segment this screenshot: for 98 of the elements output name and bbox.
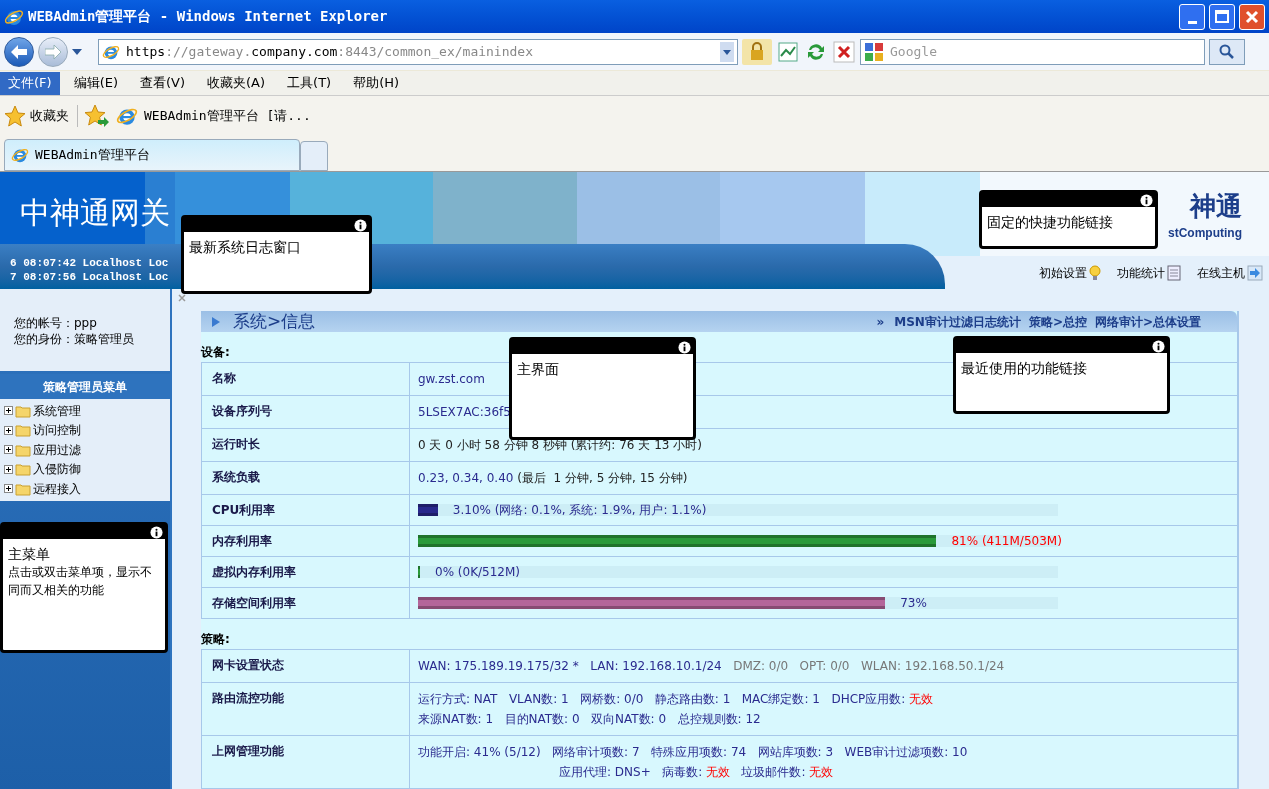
expand-toggle-icon[interactable]	[4, 464, 13, 474]
callout-title: 最近使用的功能链接	[961, 359, 1088, 377]
arrow-icon	[1247, 265, 1263, 281]
arrow-icon	[211, 316, 221, 327]
expand-toggle-icon[interactable]	[4, 406, 13, 416]
folder-icon	[15, 462, 31, 477]
recent-link[interactable]: 策略>总控	[1028, 312, 1087, 331]
info-value: 应用代理: DNS+ 病毒数: 无效 垃圾邮件数: 无效	[559, 764, 834, 781]
sidebar-menu-item[interactable]: 远程接入	[0, 479, 81, 499]
info-value: 5LSEX7AC:36f5	[418, 404, 511, 421]
menu-item[interactable]: 帮助(H)	[345, 71, 408, 95]
menu-item[interactable]: 工具(T)	[279, 71, 340, 95]
info-label: 设备序列号	[202, 396, 410, 428]
address-text: https://gateway.company.com:8443/common_ex/mainindex	[126, 42, 534, 61]
info-label: 上网管理功能	[202, 736, 410, 788]
callout-title: 主界面	[517, 360, 560, 378]
callout-title: 主菜单	[8, 545, 51, 563]
browser-tab[interactable]: WEBAdmin管理平台	[4, 139, 300, 171]
menu-item[interactable]: 文件(F)	[0, 71, 60, 95]
brand-title: 中神通网关	[20, 194, 170, 232]
info-value: 功能开启: 41% (5/12) 网络审计项数: 7 特殊应用项数: 74 网站库项数: 3 WEB审计过滤项数: 10	[418, 744, 968, 761]
usage-reading: 3.10% (网络: 0.1%, 系统: 1.9%, 用户: 1.1%)	[452, 502, 707, 519]
expand-toggle-icon[interactable]	[4, 425, 13, 435]
separator-glyph: »	[876, 313, 885, 331]
folder-icon	[15, 423, 31, 438]
menu-item[interactable]: 编辑(E)	[65, 71, 126, 95]
folder-icon	[15, 442, 31, 457]
recent-link[interactable]: 网络审计>总体设置	[1094, 312, 1201, 331]
usage-reading: 81% (411M/503M)	[951, 533, 1062, 550]
info-label: 虚拟内存利用率	[202, 557, 410, 587]
sidebar-menu-item[interactable]: 系统管理	[0, 401, 81, 421]
quick-link[interactable]: 功能统计	[1117, 264, 1181, 282]
bulb-icon	[1089, 265, 1101, 281]
info-value: 0.23, 0.34, 0.40 (最后 1 分钟, 5 分钟, 15 分钟)	[418, 470, 688, 487]
search-icon	[1219, 43, 1235, 60]
maximize-button[interactable]	[1209, 3, 1235, 30]
window-title: WEBAdmin管理平台 - Windows Internet Explorer	[28, 7, 389, 26]
log-line: 7 08:07:56 Localhost Loc	[9, 270, 170, 284]
search-box[interactable]: Google	[860, 38, 1205, 65]
callout-title: 最新系统日志窗口	[189, 238, 302, 256]
quick-link[interactable]: 在线主机	[1197, 264, 1263, 282]
page-title: 系统>信息	[233, 309, 316, 333]
search-provider-icon	[864, 41, 884, 62]
info-value: 运行方式: NAT VLAN数: 1 网桥数: 0/0 静态路由数: 1 MAC绑定数: 1 DHCP应用数: 无效	[418, 691, 934, 708]
recent-link[interactable]: MSN审计过滤日志统计	[894, 312, 1021, 331]
star-icon	[4, 105, 26, 127]
usage-reading: 0% (0K/512M)	[435, 564, 521, 581]
callout-title: 固定的快捷功能链接	[987, 213, 1114, 231]
lock-icon[interactable]	[742, 38, 772, 65]
sidebar-menu-title: 策略管理员菜单	[0, 374, 170, 399]
favorite-link[interactable]: WEBAdmin管理平台 [请...	[116, 105, 311, 127]
add-favorite-icon[interactable]	[84, 104, 110, 128]
info-label: 内存利用率	[202, 526, 410, 556]
usage-reading: 73%	[900, 595, 927, 612]
section-heading: 设备:	[201, 344, 230, 360]
close-button[interactable]	[1239, 3, 1265, 30]
folder-icon	[15, 403, 31, 418]
sidebar-menu-item[interactable]: 应用过滤	[0, 440, 81, 460]
logo-text: stComputing	[1168, 225, 1242, 242]
callout-description: 点击或双击菜单项，显示不同而又相关的功能	[8, 564, 153, 599]
account-info: 您的身份：策略管理员	[14, 331, 135, 347]
info-label: 系统负载	[202, 462, 410, 494]
info-label: 名称	[202, 363, 410, 395]
section-heading: 策略:	[201, 631, 230, 647]
info-value: WAN: 175.189.19.175/32 * LAN: 192.168.10.1/24 DMZ: 0/0 OPT: 0/0 WLAN: 192.168.50.1/24	[418, 658, 1005, 675]
dropdown-caret-icon[interactable]	[720, 41, 734, 62]
expand-toggle-icon[interactable]	[4, 484, 13, 494]
search-field[interactable]: Google	[890, 41, 1201, 62]
dropdown-caret-icon[interactable]	[72, 48, 82, 55]
info-value: 来源NAT数: 1 目的NAT数: 0 双向NAT数: 0 总控规则数: 12	[418, 711, 761, 728]
favorites-button[interactable]: 收藏夹	[4, 105, 78, 127]
info-label: CPU利用率	[202, 495, 410, 525]
search-button[interactable]	[1209, 38, 1245, 65]
quick-link[interactable]: 初始设置	[1039, 264, 1101, 282]
sidebar-menu-item[interactable]: 访问控制	[0, 420, 81, 440]
address-field[interactable]: https://gateway.company.com:8443/common_ex/mainindex	[98, 38, 738, 65]
sidebar-menu-item[interactable]: 入侵防御	[0, 459, 81, 479]
expand-toggle-icon[interactable]	[4, 445, 13, 455]
minimize-button[interactable]	[1179, 3, 1205, 30]
log-line: 6 08:07:42 Localhost Loc	[9, 256, 170, 270]
browser-icon	[11, 146, 29, 164]
back-arrow-icon	[11, 44, 27, 59]
logo-mark: 神通	[1190, 190, 1242, 222]
document-icon	[1167, 265, 1181, 281]
close-icon	[1245, 9, 1259, 24]
account-info: 您的帐号：ppp	[14, 315, 98, 331]
folder-icon	[15, 481, 31, 496]
info-label: 网卡设置状态	[202, 650, 410, 682]
back-button[interactable]	[4, 36, 34, 67]
stop-icon[interactable]	[832, 39, 856, 64]
info-value: gw.zst.com	[418, 371, 485, 388]
menu-item[interactable]: 收藏夹(A)	[199, 71, 274, 95]
menu-item[interactable]: 查看(V)	[132, 71, 194, 95]
info-label: 路由流控功能	[202, 683, 410, 735]
info-label: 存储空间利用率	[202, 588, 410, 618]
info-label: 运行时长	[202, 429, 410, 461]
forward-arrow-icon	[45, 44, 61, 59]
close-icon[interactable]	[177, 293, 187, 303]
